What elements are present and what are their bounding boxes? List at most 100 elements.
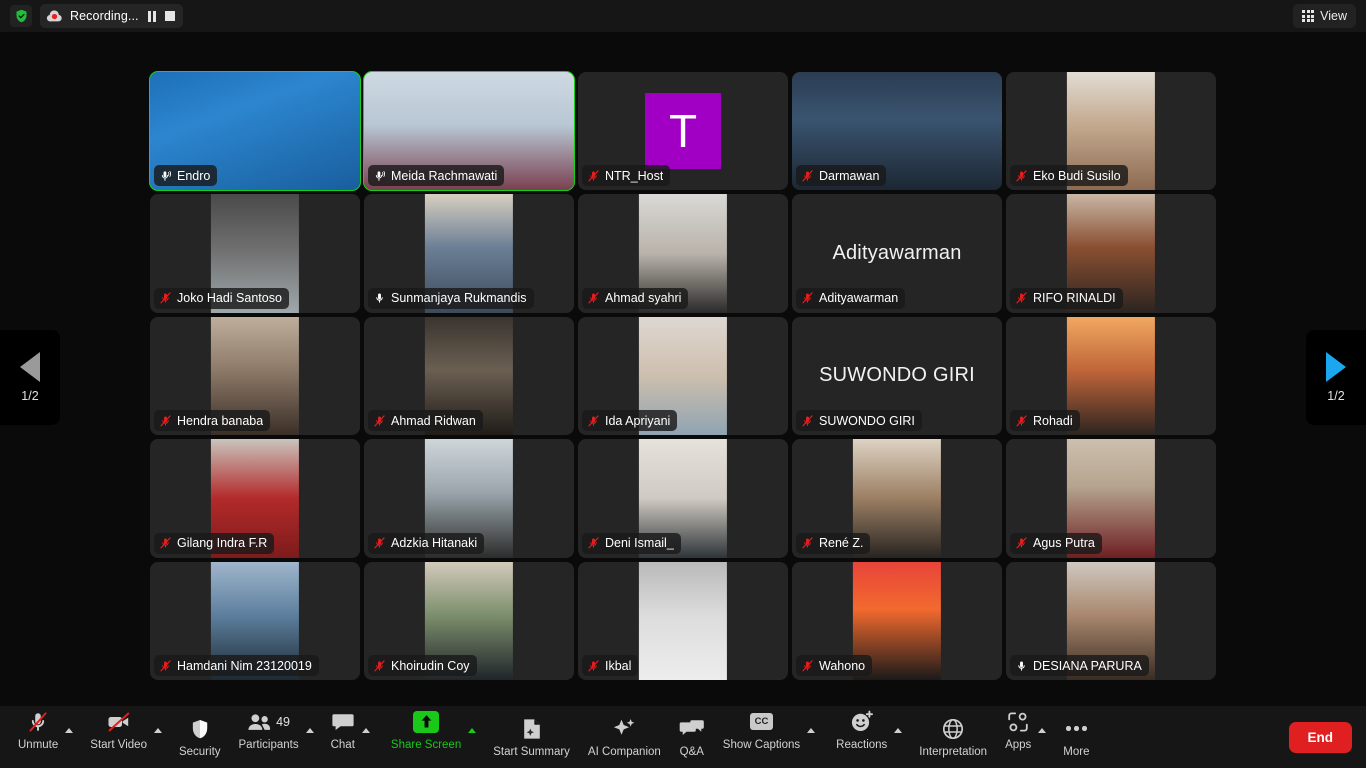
toolbar-button-participants[interactable]: 49 Participants	[235, 702, 303, 758]
toolbar-button-interpretation[interactable]: Interpretation	[915, 709, 991, 765]
participant-tile[interactable]: Adityawarman Adityawarman	[792, 194, 1002, 313]
participant-tile[interactable]: Agus Putra	[1006, 439, 1216, 558]
previous-page-button[interactable]: 1/2	[0, 330, 60, 425]
toolbar-button-label: Security	[178, 745, 221, 758]
chevron-up-icon[interactable]	[465, 702, 479, 758]
microphone-muted-icon	[1015, 414, 1028, 428]
participant-tile[interactable]: Hamdani Nim 23120019	[150, 561, 360, 680]
toolbar-button-show-captions[interactable]: CC Show Captions	[719, 702, 804, 758]
toolbar-group: Start Video	[86, 702, 165, 768]
toolbar-group: AI Companion	[584, 709, 665, 765]
toolbar-button-label: More	[1063, 745, 1090, 758]
participant-tile[interactable]: Hendra banaba	[150, 316, 360, 436]
participant-tile[interactable]: Rohadi	[1006, 316, 1216, 436]
toolbar-button-unmute[interactable]: Unmute	[14, 702, 62, 758]
toolbar-button-chat[interactable]: Chat	[327, 702, 359, 758]
chevron-up-icon[interactable]	[891, 702, 905, 758]
end-button[interactable]: End	[1288, 721, 1352, 753]
chevron-up-icon[interactable]	[303, 702, 317, 758]
toolbar-group: 49 Participants	[235, 702, 317, 768]
participant-name: Ida Apriyani	[605, 413, 671, 428]
toolbar-button-q-a[interactable]: Q&A	[675, 709, 709, 765]
pause-icon[interactable]	[147, 10, 157, 22]
microphone-muted-icon	[587, 414, 600, 428]
more-dots-icon	[1066, 717, 1087, 741]
participant-name-bar: Ahmad Ridwan	[368, 410, 483, 432]
participant-tile[interactable]: Adzkia Hitanaki	[364, 439, 574, 558]
next-page-button[interactable]: 1/2	[1306, 330, 1366, 425]
toolbar-button-ai-companion[interactable]: AI Companion	[584, 709, 665, 765]
participant-tile[interactable]: Ahmad syahri	[578, 194, 788, 313]
participant-name-bar: René Z.	[796, 532, 871, 554]
participant-name-bar: Ahmad syahri	[582, 287, 689, 309]
participant-tile[interactable]: RIFO RINALDI	[1006, 194, 1216, 313]
page-indicator-left: 1/2	[21, 389, 39, 403]
participant-tile[interactable]: Wahono	[792, 561, 1002, 680]
shield-check-icon[interactable]	[10, 5, 32, 27]
toolbar-group: Security	[175, 709, 225, 765]
toolbar-button-start-summary[interactable]: Start Summary	[489, 709, 574, 765]
participant-tile[interactable]: T NTR_Host	[578, 72, 788, 191]
participant-tile[interactable]: SUWONDO GIRI SUWONDO GIRI	[792, 316, 1002, 436]
microphone-muted-icon	[159, 291, 172, 305]
toolbar-button-more[interactable]: More	[1059, 709, 1093, 765]
participant-name: NTR_Host	[605, 168, 664, 183]
microphone-muted-icon	[1015, 169, 1028, 183]
recording-indicator[interactable]: Recording...	[40, 4, 184, 28]
toolbar-button-security[interactable]: Security	[175, 709, 225, 765]
participant-tile[interactable]: Gilang Indra F.R	[150, 439, 360, 558]
participant-tile[interactable]: Deni Ismail_	[578, 439, 788, 558]
view-button[interactable]: View	[1292, 4, 1356, 28]
microphone-muted-icon	[1015, 536, 1028, 550]
participant-name-bar: Wahono	[796, 655, 873, 676]
participant-name: Eko Budi Susilo	[1033, 168, 1121, 183]
chevron-up-icon[interactable]	[804, 702, 818, 758]
participant-tile[interactable]: Khoirudin Coy	[364, 561, 574, 680]
microphone-muted-icon	[587, 169, 600, 183]
participant-tile[interactable]: Darmawan	[792, 72, 1002, 191]
toolbar-group: More	[1059, 709, 1093, 765]
chat-bubble-icon	[331, 710, 355, 734]
chevron-up-icon[interactable]	[359, 702, 373, 758]
participant-name-bar: Endro	[154, 165, 218, 187]
microphone-muted-icon	[26, 710, 50, 734]
microphone-speaking-icon	[373, 169, 386, 183]
participant-tile[interactable]: DESIANA PARURA	[1006, 561, 1216, 680]
participant-tile[interactable]: René Z.	[792, 439, 1002, 558]
participant-tile[interactable]: Joko Hadi Santoso	[150, 194, 360, 313]
participant-name-bar: Rohadi	[1010, 410, 1080, 432]
participant-name-bar: Hamdani Nim 23120019	[154, 655, 319, 676]
participant-tile[interactable]: Eko Budi Susilo	[1006, 72, 1216, 191]
chevron-up-icon[interactable]	[151, 702, 165, 758]
chevron-up-icon[interactable]	[62, 702, 76, 758]
toolbar-button-label: AI Companion	[587, 745, 661, 758]
toolbar-group: Q&A	[675, 709, 709, 765]
avatar: T	[645, 93, 721, 170]
grid-icon	[1301, 9, 1315, 23]
participant-tile[interactable]: Meida Rachmawati	[363, 70, 575, 192]
toolbar-group: Apps	[1001, 702, 1049, 768]
toolbar-button-share-screen[interactable]: Share Screen	[387, 702, 465, 758]
participant-tile[interactable]: Ida Apriyani	[578, 316, 788, 436]
microphone-muted-icon	[373, 536, 386, 550]
toolbar-button-label: Q&A	[679, 745, 704, 758]
toolbar-group: Share Screen	[387, 702, 479, 768]
participant-tile[interactable]: Sunmanjaya Rukmandis	[364, 194, 574, 313]
zoom-meeting-window: Recording... View Endro Meida Rachmawati T…	[0, 0, 1366, 768]
participant-tile[interactable]: Ikbal	[578, 561, 788, 680]
chevron-up-icon[interactable]	[1035, 702, 1049, 758]
participant-name-bar: Khoirudin Coy	[368, 655, 477, 676]
participant-tile[interactable]: Ahmad Ridwan	[364, 316, 574, 436]
participant-tile[interactable]: Endro	[149, 70, 361, 192]
globe-icon	[941, 717, 965, 741]
toolbar-button-label: Start Summary	[493, 745, 570, 758]
toolbar-button-label: Interpretation	[919, 745, 988, 758]
toolbar-group: CC Show Captions	[719, 702, 818, 768]
microphone-muted-icon	[587, 659, 600, 673]
participant-name-bar: Ikbal	[582, 655, 639, 676]
participant-name: Ahmad syahri	[605, 291, 682, 306]
stop-icon[interactable]	[165, 11, 176, 21]
toolbar-button-apps[interactable]: Apps	[1001, 702, 1035, 758]
toolbar-button-reactions[interactable]: Reactions	[832, 702, 891, 758]
toolbar-button-start-video[interactable]: Start Video	[86, 702, 151, 758]
